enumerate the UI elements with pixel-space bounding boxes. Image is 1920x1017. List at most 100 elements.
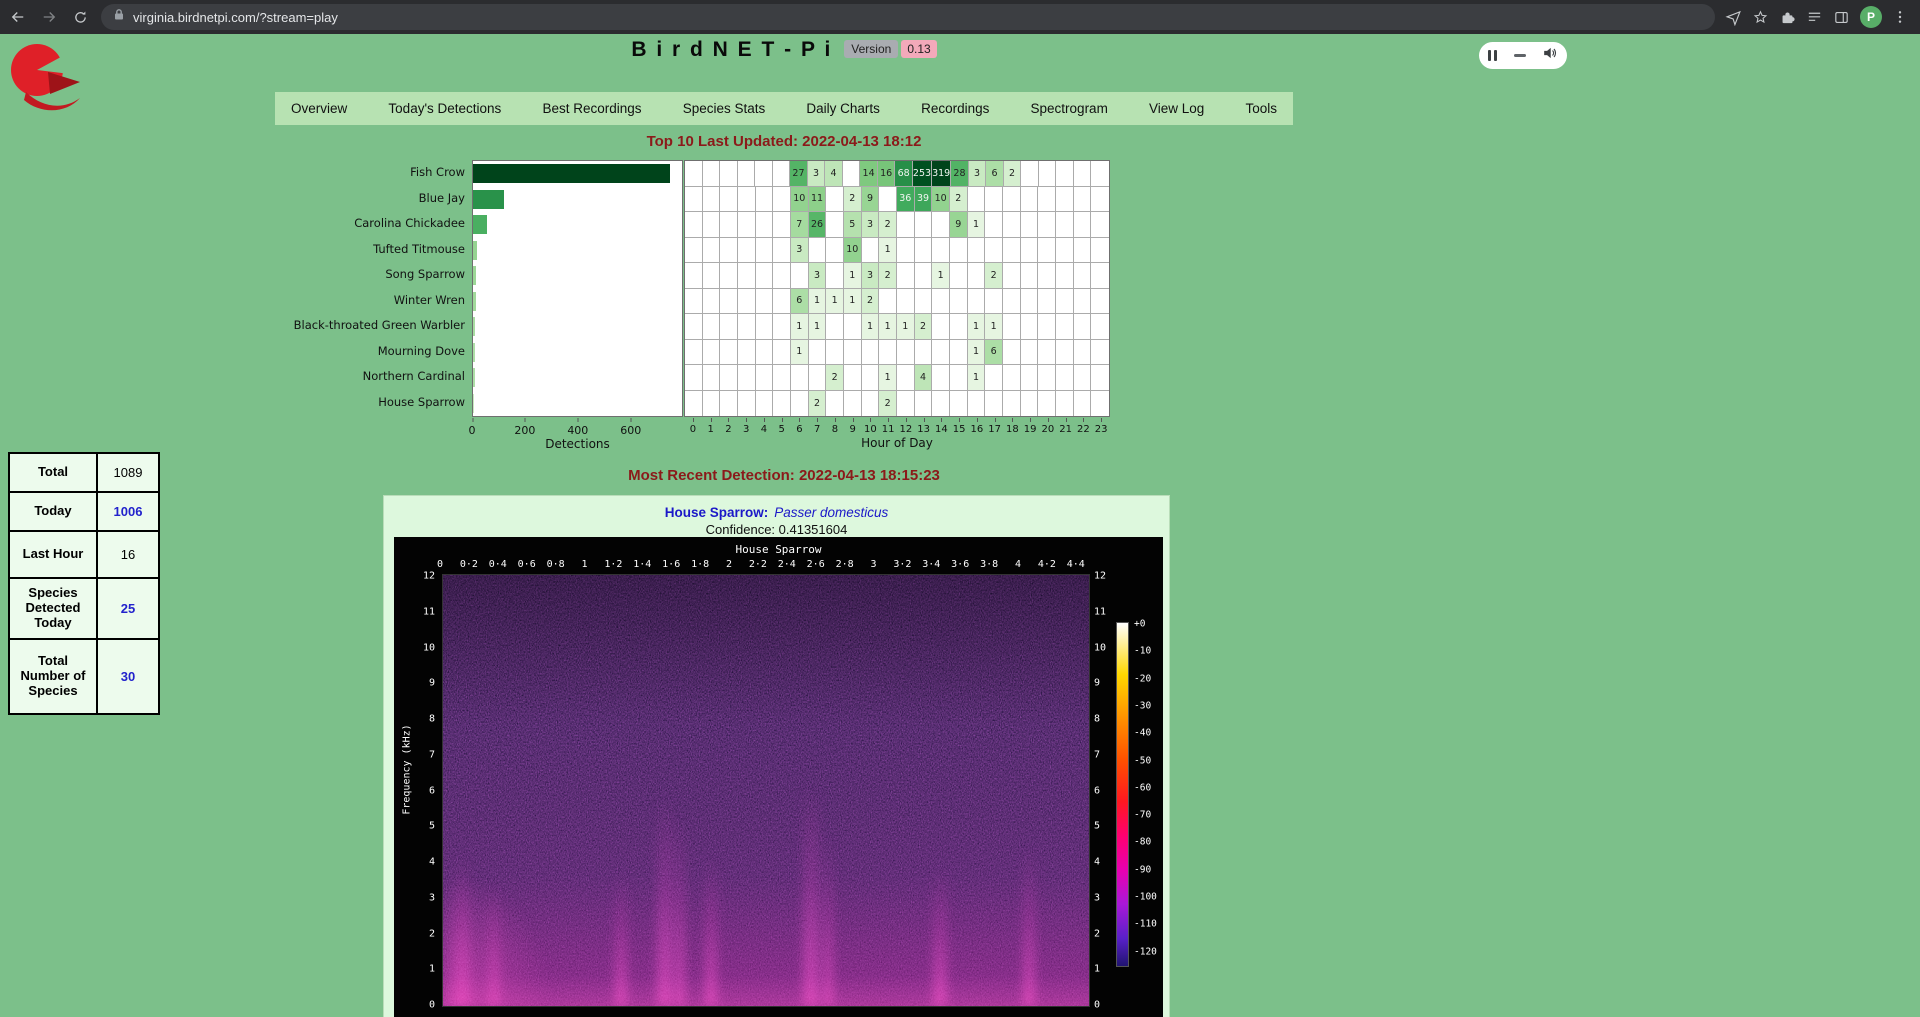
time-tick-label: 0·6 [518,559,536,570]
stat-label: Total Number of Species [9,639,97,714]
heatmap-cell: 9 [950,212,968,238]
heatmap-cell [932,289,950,315]
heatmap-cell [1003,263,1021,289]
url-bar[interactable]: virginia.birdnetpi.com/?stream=play [101,4,1715,30]
heatmap-cell: 1 [791,340,809,366]
heatmap-cell [1021,263,1039,289]
heatmap-cell [773,238,791,264]
nav-item-species-stats[interactable]: Species Stats [683,101,766,116]
heatmap-cell [773,289,791,315]
stat-value[interactable]: 25 [97,578,159,639]
heatmap-cell [685,340,703,366]
heatmap-cell [915,289,933,315]
db-tick-label: -50 [1134,755,1151,766]
nav-item-tools[interactable]: Tools [1245,101,1277,116]
audio-player[interactable] [1479,42,1567,69]
spectrogram-noise-streak [489,886,499,1006]
hour-tick-label: 10 [862,418,880,435]
heatmap-row: 273414166825331928362 [685,161,1109,187]
heatmap-cell [826,391,844,417]
nav-item-view-log[interactable]: View Log [1149,101,1204,116]
side-panel-icon[interactable] [1833,9,1850,26]
reading-list-icon[interactable] [1806,9,1823,26]
heatmap-row: 2141 [685,365,1109,391]
forward-icon[interactable] [36,4,62,30]
nav-item-today-s-detections[interactable]: Today's Detections [388,101,501,116]
hour-tick-label: 18 [1004,418,1022,435]
nav-item-spectrogram[interactable]: Spectrogram [1031,101,1108,116]
heatmap-cell [1003,365,1021,391]
birdnetpi-page: B i r d N E T - P iVersion0.13 OverviewT… [0,34,1920,1017]
spectrogram-noise-streak [933,866,947,1006]
heatmap-cell [968,289,986,315]
heatmap-cell [773,263,791,289]
heatmap-row: 22 [685,391,1109,417]
freq-tick-label: 9 [1094,678,1100,689]
heatmap-cell: 3 [969,161,987,187]
bookmark-star-icon[interactable] [1752,9,1769,26]
menu-kebab-icon[interactable] [1892,9,1908,25]
heatmap-cell [720,212,738,238]
heatmap-cell [809,365,827,391]
hour-tick-label: 7 [808,418,826,435]
stat-value[interactable]: 30 [97,639,159,714]
freq-tick-label: 5 [429,821,435,832]
heatmap-cell [1003,187,1021,213]
pause-icon[interactable] [1488,50,1497,61]
reload-icon[interactable] [67,4,93,30]
heatmap-cell [703,212,721,238]
heatmap-cell: 1 [879,314,897,340]
detection-species-link[interactable]: House Sparrow: [665,505,769,520]
nav-item-overview[interactable]: Overview [291,101,347,116]
heatmap-cell [985,187,1003,213]
time-tick-label: 0 [437,559,443,570]
heatmap-cell: 1 [985,314,1003,340]
heatmap-cell [826,212,844,238]
heatmap-cell: 1 [968,340,986,366]
time-tick-label: 1 [581,559,587,570]
heatmap-cell: 2 [915,314,933,340]
profile-avatar[interactable]: P [1860,6,1882,28]
heatmap-cell: 1 [879,238,897,264]
volume-icon[interactable] [1542,45,1558,66]
audio-progress-handle[interactable] [1514,54,1526,57]
heatmap-cell [985,289,1003,315]
nav-item-best-recordings[interactable]: Best Recordings [542,101,641,116]
heatmap-cell [703,391,721,417]
heatmap-cell: 9 [862,187,880,213]
heatmap-cell [756,289,774,315]
heatmap-cell [968,263,986,289]
heatmap-cell [703,238,721,264]
heatmap-cell [1003,314,1021,340]
extensions-puzzle-icon[interactable] [1779,9,1796,26]
nav-item-recordings[interactable]: Recordings [921,101,989,116]
heatmap-cell [773,161,791,187]
spectrogram-noise-streak [1023,846,1035,1006]
species-label: Carolina Chickadee [266,211,465,237]
freq-tick-label: 8 [1094,714,1100,725]
heatmap-cell: 14 [860,161,878,187]
back-icon[interactable] [5,4,31,30]
heatmap-cell [1074,238,1092,264]
stat-value[interactable]: 1006 [97,492,159,531]
heatmap-cell [1074,187,1092,213]
detections-axis-label: Detections [472,437,683,451]
heatmap-cell [843,161,861,187]
x-tick-label: 600 [620,424,641,437]
heatmap-cell: 1 [968,314,986,340]
heatmap-cell [844,365,862,391]
heatmap-cell: 2 [879,391,897,417]
heatmap-cell [755,161,773,187]
heatmap-cell [738,340,756,366]
time-tick-label: 1·8 [691,559,709,570]
detections-bar [473,343,475,362]
heatmap-cell [756,263,774,289]
freq-tick-label: 4 [429,857,435,868]
heatmap-cell [703,289,721,315]
heatmap-cell [932,238,950,264]
send-icon[interactable] [1725,9,1742,26]
nav-item-daily-charts[interactable]: Daily Charts [806,101,880,116]
spectrogram-noise-streak [455,856,469,1006]
heatmap-cell [1091,238,1109,264]
spectrogram-noise-haze [443,876,553,1006]
